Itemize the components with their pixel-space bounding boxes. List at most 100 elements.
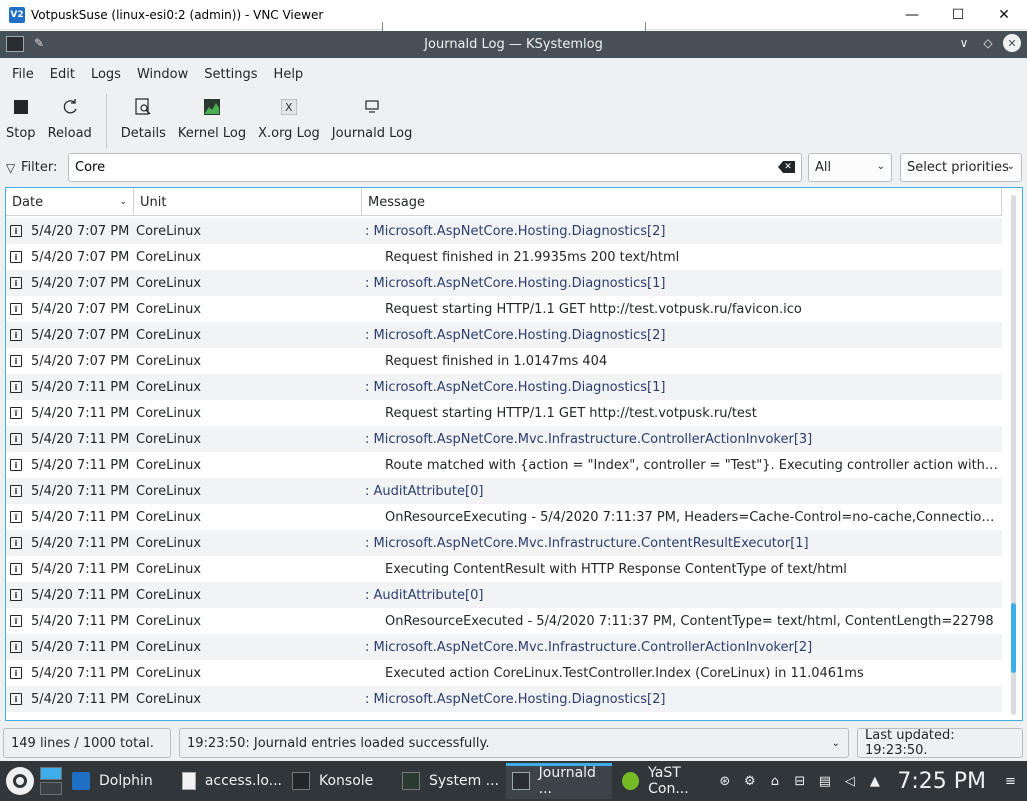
date-cell: i 5/4/20 7:11 PM (6, 380, 134, 395)
application-launcher-icon[interactable] (6, 767, 34, 795)
table-row[interactable]: i 5/4/20 7:11 PM CoreLinux: Microsoft.AspN… (6, 374, 1002, 400)
desktop-2[interactable] (40, 782, 62, 795)
column-header-unit[interactable]: Unit (134, 188, 362, 216)
message-cell: Executing ContentResult with HTTP Respon… (385, 561, 847, 577)
date-text: 5/4/20 7:11 PM (31, 379, 130, 395)
column-header-date[interactable]: Date ⌄ (6, 188, 134, 216)
vnc-maximize-button[interactable]: ☐ (935, 0, 981, 30)
table-row[interactable]: i 5/4/20 7:11 PM CoreLinux Executed action … (6, 660, 1002, 686)
filter-input[interactable] (68, 153, 802, 182)
table-row[interactable]: i 5/4/20 7:11 PM CoreLinux Executing Conten… (6, 556, 1002, 582)
message-cell: : Microsoft.AspNetCore.Mvc.Infrastructur… (365, 639, 813, 655)
minimize-button[interactable]: ∨ (955, 34, 973, 52)
menu-settings[interactable]: Settings (196, 67, 265, 82)
usb-device-icon[interactable]: ⌂ (762, 774, 787, 789)
stop-icon (10, 96, 32, 118)
date-cell: i 5/4/20 7:07 PM (6, 328, 134, 343)
log-table[interactable]: Date ⌄ Unit Message i 5/4/20 7:07 PM CoreL… (5, 187, 1023, 721)
table-row[interactable]: i 5/4/20 7:11 PM CoreLinux: Microsoft.AspN… (6, 634, 1002, 660)
message-cell: Request starting HTTP/1.1 GET http://tes… (385, 405, 757, 421)
table-row[interactable]: i 5/4/20 7:11 PM CoreLinux: Microsoft.AspN… (6, 530, 1002, 556)
table-row[interactable]: i 5/4/20 7:07 PM CoreLinux Request finished… (6, 348, 1002, 374)
line-count-status: 149 lines / 1000 total. (3, 728, 171, 758)
taskbar-task[interactable]: access.lo... (176, 763, 282, 799)
column-header-message[interactable]: Message (362, 188, 1002, 216)
date-text: 5/4/20 7:11 PM (31, 535, 130, 551)
date-cell: i 5/4/20 7:07 PM (6, 302, 134, 317)
scrollbar-thumb[interactable] (1011, 603, 1016, 673)
table-row[interactable]: i 5/4/20 7:11 PM CoreLinux Route matched wi… (6, 452, 1002, 478)
menu-edit[interactable]: Edit (42, 67, 83, 82)
task-manager: Dolphin access.lo... Konsole System ... Jour… (62, 763, 722, 799)
date-text: 5/4/20 7:11 PM (31, 405, 130, 421)
status-bar: 149 lines / 1000 total. 19:23:50: Journa… (0, 728, 1027, 758)
clipboard-icon[interactable]: ▤ (812, 774, 837, 789)
desktop-1[interactable] (40, 767, 62, 780)
table-row[interactable]: i 5/4/20 7:11 PM CoreLinux OnResourceExecut… (6, 608, 1002, 634)
menu-help[interactable]: Help (266, 67, 312, 82)
table-row[interactable]: i 5/4/20 7:07 PM CoreLinux: Microsoft.AspN… (6, 218, 1002, 244)
priorities-select[interactable]: Select priorities ⌄ (900, 153, 1022, 182)
unit-cell: CoreLinux (136, 483, 202, 499)
info-icon: i (10, 329, 22, 341)
kernel-log-button[interactable]: Kernel Log (172, 92, 252, 150)
unit-cell: CoreLinux (136, 691, 202, 707)
close-button[interactable]: ✕ (1003, 34, 1021, 52)
xorg-log-button[interactable]: X X.org Log (252, 92, 326, 150)
xorg-log-icon: X (278, 96, 300, 118)
menu-window[interactable]: Window (129, 67, 196, 82)
taskbar-task[interactable]: Konsole (286, 763, 392, 799)
ksystemlog-app-icon[interactable] (6, 36, 24, 52)
journald-log-icon (361, 96, 383, 118)
table-row[interactable]: i 5/4/20 7:11 PM CoreLinux: AuditAttribute… (6, 582, 1002, 608)
table-row[interactable]: i 5/4/20 7:11 PM CoreLinux: AuditAttribute… (6, 478, 1002, 504)
table-row[interactable]: i 5/4/20 7:07 PM CoreLinux: Microsoft.AspN… (6, 322, 1002, 348)
taskbar-task[interactable]: Journald ... (506, 763, 612, 799)
pin-icon[interactable]: ✎ (34, 36, 44, 50)
table-row[interactable]: i 5/4/20 7:07 PM CoreLinux: Microsoft.AspN… (6, 270, 1002, 296)
vertical-scrollbar[interactable] (1011, 195, 1016, 715)
reload-button[interactable]: Reload (42, 92, 98, 150)
xorg-log-label: X.org Log (258, 126, 320, 141)
message-cell: : AuditAttribute[0] (365, 483, 484, 499)
table-row[interactable]: i 5/4/20 7:11 PM CoreLinux: Microsoft.AspN… (6, 426, 1002, 452)
menu-logs[interactable]: Logs (83, 67, 129, 82)
tray-expand-icon[interactable]: ▲ (862, 774, 887, 789)
kernel-log-icon (201, 96, 223, 118)
toolbar-separator (105, 94, 107, 148)
journald-log-button[interactable]: Journald Log (326, 92, 419, 150)
window-title-bar[interactable]: ✎ Journald Log — KSystemlog ∨ ◇ ✕ (0, 31, 1027, 58)
vnc-minimize-button[interactable]: — (889, 0, 935, 30)
table-row[interactable]: i 5/4/20 7:07 PM CoreLinux Request starting… (6, 296, 1002, 322)
taskbar-task[interactable]: YaST Con... (616, 763, 722, 799)
virtual-desktop-pager[interactable] (40, 767, 62, 795)
table-row[interactable]: i 5/4/20 7:11 PM CoreLinux Request starting… (6, 400, 1002, 426)
filter-scope-select[interactable]: All ⌄ (808, 153, 892, 182)
date-text: 5/4/20 7:07 PM (31, 353, 130, 369)
status-message-dropdown[interactable]: 19:23:50: Journald entries loaded succes… (179, 728, 849, 758)
vnc-close-button[interactable]: ✕ (981, 0, 1027, 30)
network-icon[interactable]: ⊟ (787, 774, 812, 789)
taskbar-task[interactable]: Dolphin (66, 763, 172, 799)
info-icon: i (10, 641, 22, 653)
updates-icon[interactable]: ⊛ (712, 774, 737, 789)
table-row[interactable]: i 5/4/20 7:11 PM CoreLinux: Microsoft.AspN… (6, 686, 1002, 712)
maximize-button[interactable]: ◇ (979, 34, 997, 52)
monitor-icon (402, 772, 420, 790)
details-button[interactable]: Details (115, 92, 172, 150)
table-row[interactable]: i 5/4/20 7:11 PM CoreLinux OnResourceExecut… (6, 504, 1002, 530)
message-cell: Request finished in 1.0147ms 404 (385, 353, 608, 369)
menu-file[interactable]: File (4, 67, 42, 82)
message-cell: : Microsoft.AspNetCore.Mvc.Infrastructur… (365, 535, 809, 551)
info-icon: i (10, 407, 22, 419)
info-icon: i (10, 485, 22, 497)
kde-connect-icon[interactable]: ⚙ (737, 774, 762, 789)
info-icon: i (10, 615, 22, 627)
clock[interactable]: 7:25 PM (897, 769, 986, 794)
taskbar-task[interactable]: System ... (396, 763, 502, 799)
taskbar-task-label: System ... (429, 773, 500, 789)
stop-button[interactable]: Stop (0, 92, 42, 150)
table-row[interactable]: i 5/4/20 7:07 PM CoreLinux Request finished… (6, 244, 1002, 270)
volume-icon[interactable]: ◁ (837, 774, 862, 789)
panel-menu-icon[interactable]: ≡ (998, 774, 1023, 789)
